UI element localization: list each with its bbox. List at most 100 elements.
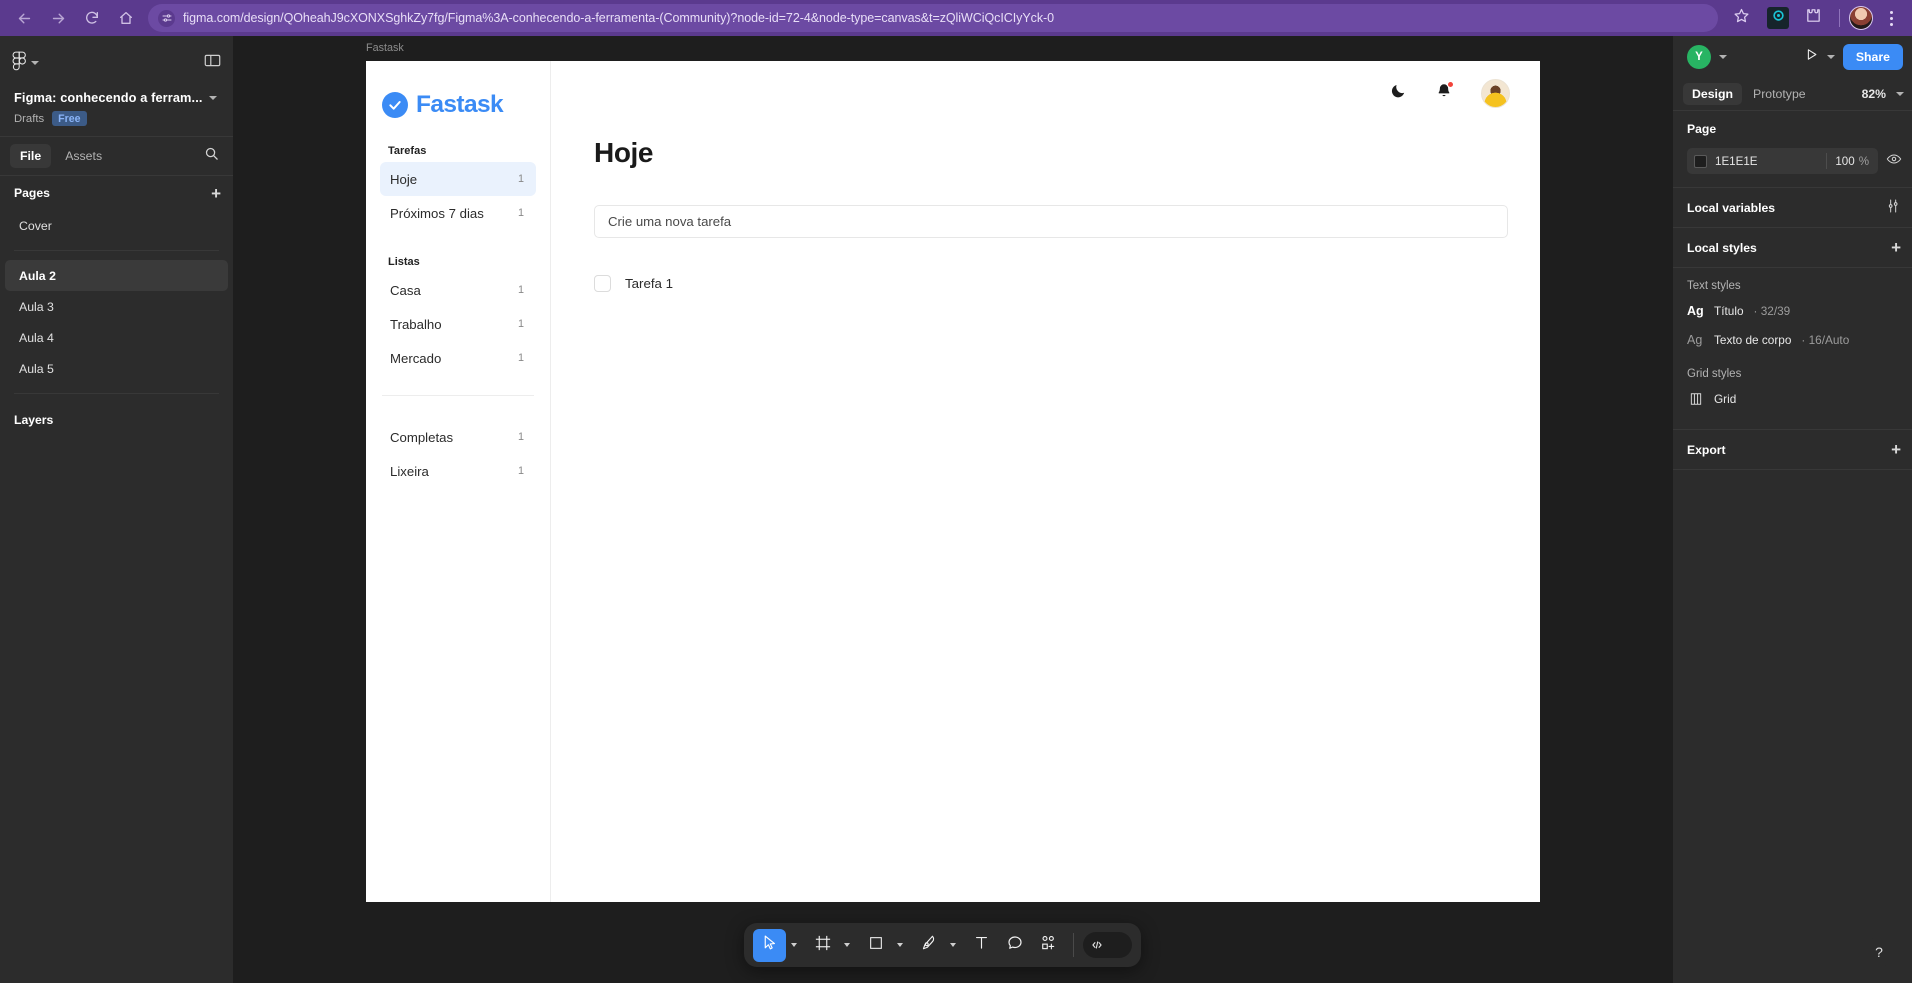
zoom-level[interactable]: 82% <box>1862 87 1886 101</box>
text-style-titulo[interactable]: Ag Título · 32/39 <box>1687 296 1900 325</box>
bookmark-button[interactable] <box>1726 3 1756 33</box>
tab-file[interactable]: File <box>10 144 52 168</box>
sidebar-item-proximos-7-dias[interactable]: Próximos 7 dias 1 <box>380 196 536 230</box>
task-list-item[interactable]: Tarefa 1 <box>594 275 1540 292</box>
color-swatch[interactable] <box>1694 154 1707 168</box>
frame-tool[interactable] <box>806 929 839 962</box>
chevron-down-icon[interactable] <box>1826 54 1835 59</box>
puzzle-piece-icon <box>1805 7 1822 29</box>
plan-badge[interactable]: Free <box>52 111 87 126</box>
opacity-value[interactable]: 100 <box>1827 155 1858 168</box>
extensions-button[interactable] <box>1800 5 1826 31</box>
visibility-toggle[interactable] <box>1886 151 1902 172</box>
page-item-aula-2[interactable]: Aula 2 <box>5 260 228 291</box>
move-tool-dropdown[interactable] <box>786 930 801 960</box>
grid-style-grid[interactable]: Grid <box>1687 384 1900 413</box>
page-item-aula-5[interactable]: Aula 5 <box>5 353 228 384</box>
sidebar-item-count: 1 <box>517 465 524 477</box>
sidebar-item-lixeira[interactable]: Lixeira 1 <box>380 454 536 488</box>
forward-button[interactable] <box>42 2 74 34</box>
local-styles-section-header[interactable]: Local styles + <box>1673 228 1912 268</box>
home-button[interactable] <box>110 2 142 34</box>
avatar[interactable] <box>1481 78 1510 108</box>
frame-name-label[interactable]: Fastask <box>366 42 404 54</box>
variables-sliders-icon[interactable] <box>1885 198 1901 217</box>
help-button[interactable]: ? <box>1864 937 1894 967</box>
brand-name: Fastask <box>416 91 504 118</box>
sidebar-item-hoje[interactable]: Hoje 1 <box>380 162 536 196</box>
browser-toolbar: figma.com/design/QOheahJ9cXONXSghkZy7fg/… <box>0 0 1912 36</box>
add-page-button[interactable]: + <box>211 185 221 202</box>
notification-badge-dot <box>1447 80 1454 88</box>
page-item-cover[interactable]: Cover <box>5 210 228 241</box>
right-panel-header: Y Share <box>1673 36 1912 77</box>
pen-tool[interactable] <box>912 929 945 962</box>
tab-prototype[interactable]: Prototype <box>1744 83 1815 105</box>
chevron-down-icon[interactable] <box>1719 54 1727 59</box>
text-styles-label: Text styles <box>1687 280 1741 292</box>
add-style-button[interactable]: + <box>1891 239 1901 256</box>
dev-mode-toggle[interactable] <box>1083 932 1132 958</box>
task-label: Tarefa 1 <box>625 276 674 291</box>
actions-tool[interactable] <box>1031 929 1064 962</box>
extension-icon <box>1771 8 1786 28</box>
page-item-aula-3[interactable]: Aula 3 <box>5 291 228 322</box>
text-style-meta: · 16/Auto <box>1801 332 1850 347</box>
notifications-button[interactable] <box>1435 80 1454 105</box>
local-variables-section[interactable]: Local variables <box>1673 188 1912 228</box>
reload-button[interactable] <box>76 2 108 34</box>
search-button[interactable] <box>204 146 223 166</box>
tab-design[interactable]: Design <box>1683 82 1742 105</box>
page-item-aula-4[interactable]: Aula 4 <box>5 322 228 353</box>
shape-tool[interactable] <box>859 929 892 962</box>
url-text: figma.com/design/QOheahJ9cXONXSghkZy7fg/… <box>183 11 1055 25</box>
theme-toggle-button[interactable] <box>1390 82 1407 104</box>
chevron-down-icon <box>31 61 39 65</box>
plugins-shapes-icon <box>1039 934 1057 957</box>
figma-logo-icon <box>12 51 26 76</box>
design-frame-fastask[interactable]: Fastask Tarefas Hoje 1 Próximos 7 dias 1… <box>366 61 1540 902</box>
new-task-input[interactable]: Crie uma nova tarefa <box>594 205 1508 238</box>
figma-main-menu-button[interactable] <box>12 51 39 76</box>
text-style-texto-de-corpo[interactable]: Ag Texto de corpo · 16/Auto <box>1687 325 1900 354</box>
local-styles-label: Local styles <box>1687 240 1757 255</box>
shape-tool-dropdown[interactable] <box>892 930 907 960</box>
sidebar-item-trabalho[interactable]: Trabalho 1 <box>380 307 536 341</box>
tab-assets[interactable]: Assets <box>55 144 112 168</box>
page-background-field[interactable]: 1E1E1E 100 % <box>1687 148 1878 174</box>
extension-button[interactable] <box>1767 7 1789 29</box>
comment-tool[interactable] <box>998 929 1031 962</box>
text-tool[interactable] <box>965 929 998 962</box>
pen-tool-dropdown[interactable] <box>945 930 960 960</box>
code-brackets-icon <box>1086 935 1108 955</box>
site-settings-icon[interactable] <box>158 9 175 27</box>
browser-menu-button[interactable] <box>1878 3 1904 33</box>
sidebar-item-label: Mercado <box>390 350 442 366</box>
text-style-glyph: Ag <box>1687 332 1703 347</box>
present-button[interactable] <box>1804 47 1819 67</box>
collaborator-avatar[interactable]: Y <box>1687 44 1711 69</box>
color-hex-value[interactable]: 1E1E1E <box>1715 155 1826 168</box>
export-section-header[interactable]: Export + <box>1673 430 1912 470</box>
back-button[interactable] <box>8 2 40 34</box>
share-button[interactable]: Share <box>1842 43 1903 70</box>
kebab-menu-icon <box>1889 10 1893 14</box>
sidebar-item-label: Casa <box>390 282 421 298</box>
address-bar[interactable]: figma.com/design/QOheahJ9cXONXSghkZy7fg/… <box>148 4 1718 32</box>
figma-canvas[interactable]: Fastask Fastask Tarefas Hoje 1 Próximos … <box>234 36 1672 983</box>
move-tool[interactable] <box>753 928 786 962</box>
sidebar-item-completas[interactable]: Completas 1 <box>380 420 536 454</box>
sidebar-item-mercado[interactable]: Mercado 1 <box>380 341 536 375</box>
figma-toolbar <box>744 923 1141 967</box>
divider <box>14 250 219 251</box>
cursor-arrow-icon <box>761 934 778 956</box>
browser-profile-avatar[interactable] <box>1849 6 1873 30</box>
panel-layout-toggle[interactable] <box>204 53 221 73</box>
frame-tool-dropdown[interactable] <box>839 930 854 960</box>
chevron-down-icon[interactable] <box>1896 91 1904 96</box>
task-checkbox[interactable] <box>594 275 611 292</box>
add-export-button[interactable]: + <box>1891 441 1901 458</box>
file-title-row[interactable]: Figma: conhecendo a ferram... <box>14 90 219 105</box>
sidebar-item-casa[interactable]: Casa 1 <box>380 273 536 307</box>
reload-icon <box>84 10 100 26</box>
